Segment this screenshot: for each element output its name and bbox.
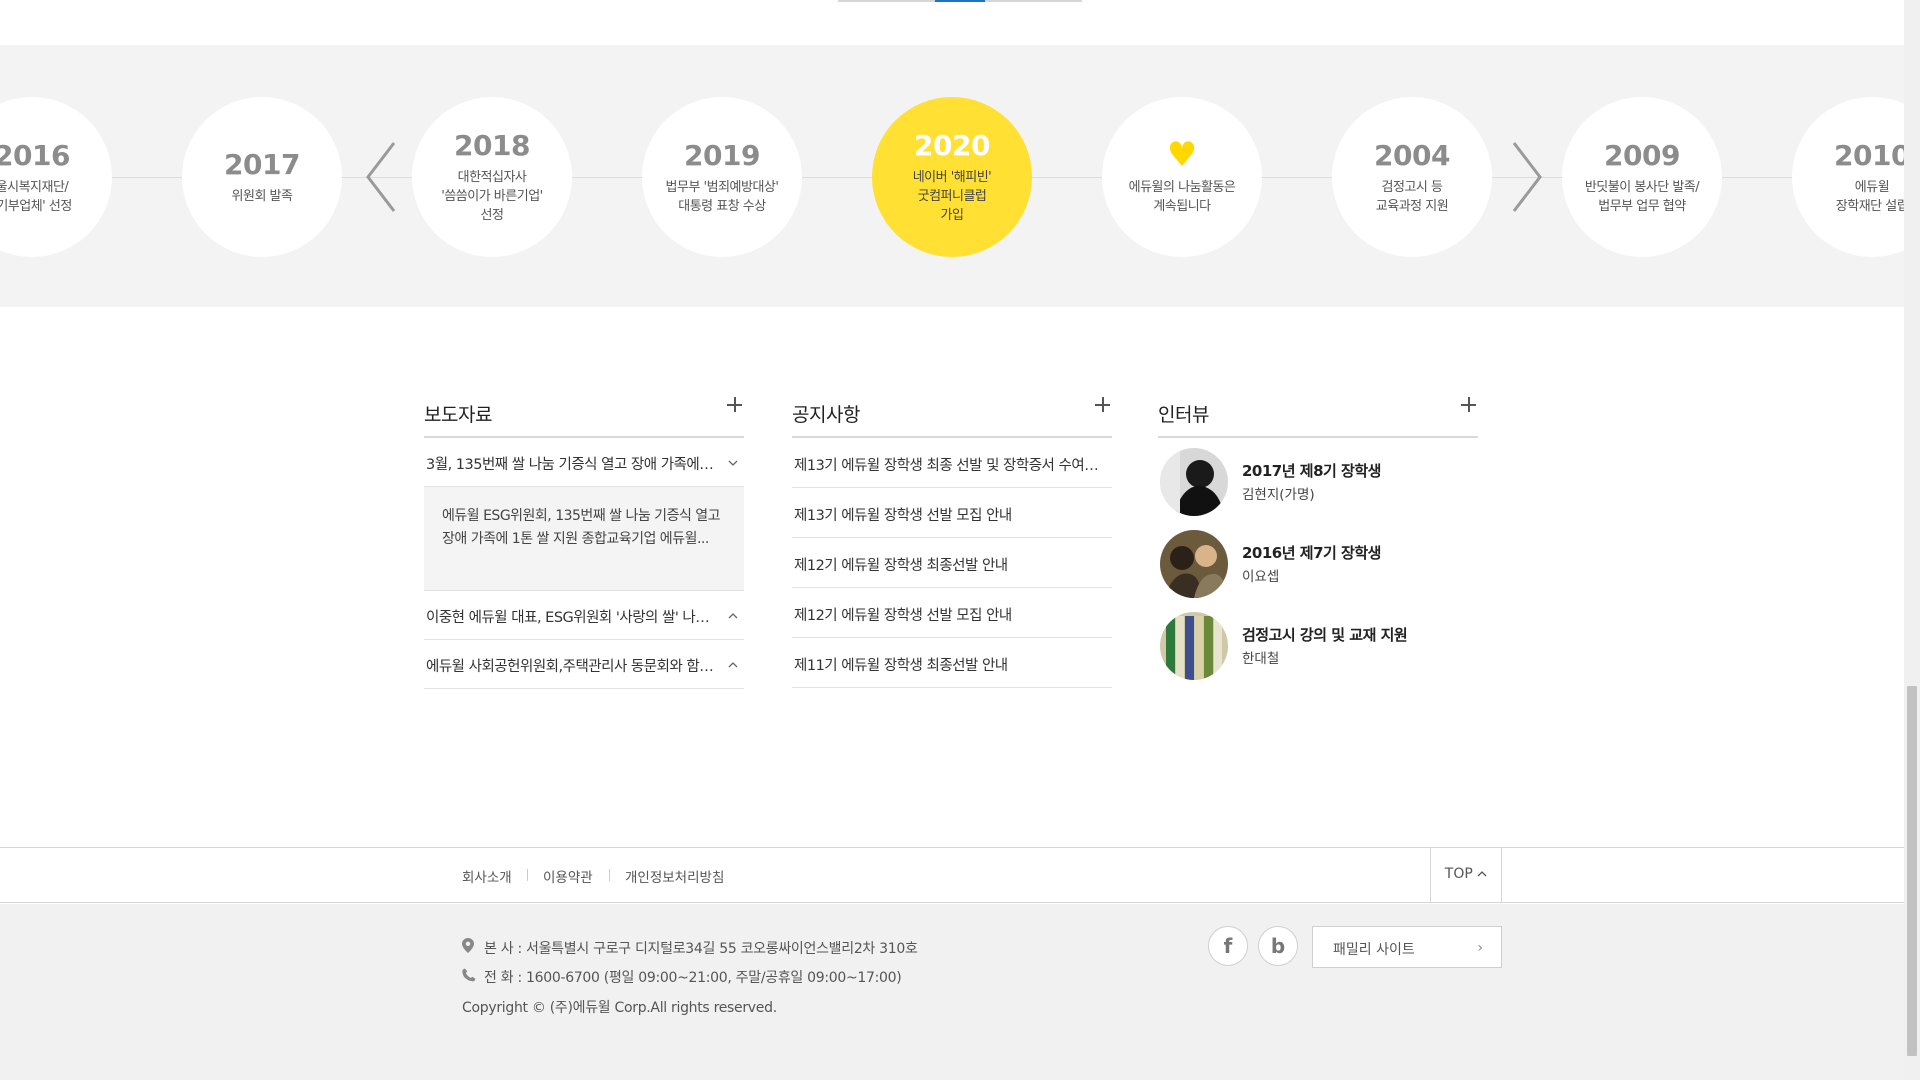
avatar (1160, 448, 1228, 516)
avatar (1160, 612, 1228, 680)
chevron-down-icon (728, 460, 738, 466)
notice-item[interactable]: 제12기 에듀윌 장학생 선발 모집 안내 (792, 588, 1112, 638)
scrollbar[interactable] (1904, 0, 1920, 1080)
chevron-right-icon (1512, 142, 1542, 212)
chevron-up-icon (1477, 871, 1487, 877)
footer-links-bar: 회사소개 이용약관 개인정보처리방침 TOP (0, 847, 1904, 903)
history-item[interactable]: 2009 반딧불이 봉사단 발족/ 법무부 업무 협약 (1562, 97, 1722, 257)
avatar (1160, 530, 1228, 598)
notice-board: 공지사항 제13기 에듀윌 장학생 최종 선발 및 장학증서 수여식 안내 제1… (792, 396, 1112, 688)
interview-item[interactable]: 검정고시 강의 및 교재 지원 한대철 (1158, 602, 1478, 684)
interview-title: 인터뷰 (1158, 404, 1209, 426)
history-desc: 위원회 발족 (231, 189, 293, 204)
phone-icon (462, 968, 478, 986)
history-year: 2018 (454, 129, 530, 162)
history-item-active[interactable]: 2020 네이버 '해피빈' 굿컴퍼니클럽 가입 (872, 97, 1032, 257)
map-pin-icon (462, 938, 478, 957)
divider (609, 869, 610, 881)
interview-more-plus-icon[interactable] (1460, 396, 1478, 414)
footer-link-company[interactable]: 회사소개 (462, 866, 512, 886)
page-indicator (838, 0, 1082, 2)
history-desc: 에듀윌 장학재단 설립 (1835, 179, 1904, 214)
history-timeline: 2016 울시복지재단/ -기부업체' 선정 2017 위원회 발족 2018 … (0, 45, 1904, 307)
interview-item-title: 2017년 제8기 장학생 (1242, 462, 1381, 480)
history-item[interactable]: ♥ 에듀윌의 나눔활동은 계속됩니다 (1102, 97, 1262, 257)
history-desc: 대한적십자사 '씀씀이가 바른기업' 선정 (441, 170, 543, 223)
history-item[interactable]: 2010 에듀윌 장학재단 설립 (1792, 97, 1904, 257)
footer-phone: 전 화 : 1600-6700 (평일 09:00~21:00, 주말/공휴일 … (462, 967, 902, 987)
interview-item-name: 김현지(가명) (1242, 487, 1315, 503)
next-arrow-button[interactable] (1506, 137, 1546, 217)
press-expanded-summary[interactable]: 에듀윌 ESG위원회, 135번째 쌀 나눔 기증식 열고 장애 가족에 1톤 … (424, 487, 744, 591)
chevron-up-icon (728, 662, 738, 668)
notice-title: 공지사항 (792, 404, 860, 426)
press-item-text: 에듀윌 사회공헌위원회,주택관리사 동문회와 함께 나눔 (426, 659, 716, 675)
chevron-up-icon (728, 613, 738, 619)
press-title: 보도자료 (424, 404, 492, 426)
notice-header: 공지사항 (792, 396, 1112, 438)
scrollbar-thumb[interactable] (1907, 686, 1917, 1056)
history-year: 2016 (0, 138, 70, 172)
footer: 본 사 : 서울특별시 구로구 디지털로34길 55 코오롱싸이언스밸리2차 3… (0, 904, 1904, 1080)
history-desc: 반딧불이 봉사단 발족/ 법무부 업무 협약 (1584, 179, 1700, 214)
press-header: 보도자료 (424, 396, 744, 438)
interview-item-name: 한대철 (1242, 651, 1280, 667)
history-year: 2020 (914, 129, 990, 162)
press-item[interactable]: 이중현 에듀윌 대표, ESG위원회 '사랑의 쌀' 나눔 기증식 (424, 591, 744, 640)
copyright: Copyright © (주)에듀윌 Corp.All rights reser… (462, 1000, 777, 1016)
footer-link-terms[interactable]: 이용약관 (543, 866, 593, 886)
history-desc: 에듀윌의 나눔활동은 계속됩니다 (1128, 180, 1236, 214)
history-year: 2010 (1834, 138, 1904, 172)
notice-item[interactable]: 제13기 에듀윌 장학생 선발 모집 안내 (792, 488, 1112, 538)
history-year: 2004 (1374, 138, 1450, 172)
footer-address: 본 사 : 서울특별시 구로구 디지털로34길 55 코오롱싸이언스밸리2차 3… (462, 938, 918, 958)
history-desc: 법무부 '범죄예방대상' 대통령 표창 수상 (665, 179, 779, 214)
history-year: 2019 (684, 138, 760, 172)
history-item[interactable]: 2018 대한적십자사 '씀씀이가 바른기업' 선정 (412, 97, 572, 257)
press-item-text: 이중현 에듀윌 대표, ESG위원회 '사랑의 쌀' 나눔 기증식 (426, 610, 716, 626)
history-desc: 네이버 '해피빈' 굿컴퍼니클럽 가입 (912, 170, 992, 223)
interview-item-name: 이요셉 (1242, 569, 1280, 585)
divider (527, 869, 528, 881)
heart-icon: ♥ (1166, 135, 1198, 175)
press-item[interactable]: 3월, 135번째 쌀 나눔 기증식 열고 장애 가족에 1톤 쌀 지원 (424, 438, 744, 487)
history-item[interactable]: 2019 법무부 '범죄예방대상' 대통령 표창 수상 (642, 97, 802, 257)
press-item-text: 3월, 135번째 쌀 나눔 기증식 열고 장애 가족에 1톤 쌀 지원 (426, 457, 716, 473)
top-label: TOP (1444, 866, 1473, 882)
page-indicator-active (935, 0, 985, 2)
family-site-label: 패밀리 사이트 (1333, 942, 1415, 958)
facebook-icon[interactable]: f (1208, 926, 1248, 966)
press-item[interactable]: 에듀윌 사회공헌위원회,주택관리사 동문회와 함께 나눔 (424, 640, 744, 689)
interview-item[interactable]: 2017년 제8기 장학생 김현지(가명) (1158, 438, 1478, 520)
interview-board: 인터뷰 2017년 제8기 장학생 김현지(가명) 2016년 제7기 장학생 … (1158, 396, 1478, 684)
interview-item-title: 2016년 제7기 장학생 (1242, 544, 1381, 562)
family-site-select[interactable]: 패밀리 사이트 › (1312, 926, 1502, 968)
history-item[interactable]: 2016 울시복지재단/ -기부업체' 선정 (0, 97, 112, 257)
history-desc: 검정고시 등 교육과정 지원 (1375, 179, 1449, 214)
notice-item[interactable]: 제12기 에듀윌 장학생 최종선발 안내 (792, 538, 1112, 588)
prev-arrow-button[interactable] (362, 137, 402, 217)
history-desc: 울시복지재단/ -기부업체' 선정 (0, 179, 72, 214)
phone-text: 전 화 : 1600-6700 (평일 09:00~21:00, 주말/공휴일 … (484, 970, 902, 986)
notice-item[interactable]: 제13기 에듀윌 장학생 최종 선발 및 장학증서 수여식 안내 (792, 438, 1112, 488)
footer-link-privacy[interactable]: 개인정보처리방침 (625, 866, 724, 886)
notice-more-plus-icon[interactable] (1094, 396, 1112, 414)
interview-item[interactable]: 2016년 제7기 장학생 이요셉 (1158, 520, 1478, 602)
address-text: 본 사 : 서울특별시 구로구 디지털로34길 55 코오롱싸이언스밸리2차 3… (484, 941, 918, 957)
history-item[interactable]: 2017 위원회 발족 (182, 97, 342, 257)
blog-icon[interactable]: b (1258, 926, 1298, 966)
top-button[interactable]: TOP (1430, 848, 1502, 902)
press-board: 보도자료 3월, 135번째 쌀 나눔 기증식 열고 장애 가족에 1톤 쌀 지… (424, 396, 744, 689)
chevron-left-icon (366, 142, 396, 212)
board-section: 보도자료 3월, 135번째 쌀 나눔 기증식 열고 장애 가족에 1톤 쌀 지… (424, 396, 1480, 696)
interview-item-title: 검정고시 강의 및 교재 지원 (1242, 626, 1408, 644)
history-year: 2017 (224, 148, 300, 181)
notice-item[interactable]: 제11기 에듀윌 장학생 최종선발 안내 (792, 638, 1112, 688)
press-more-plus-icon[interactable] (726, 396, 744, 414)
chevron-right-icon: › (1477, 940, 1483, 956)
history-year: 2009 (1604, 138, 1680, 172)
interview-header: 인터뷰 (1158, 396, 1478, 438)
history-item[interactable]: 2004 검정고시 등 교육과정 지원 (1332, 97, 1492, 257)
